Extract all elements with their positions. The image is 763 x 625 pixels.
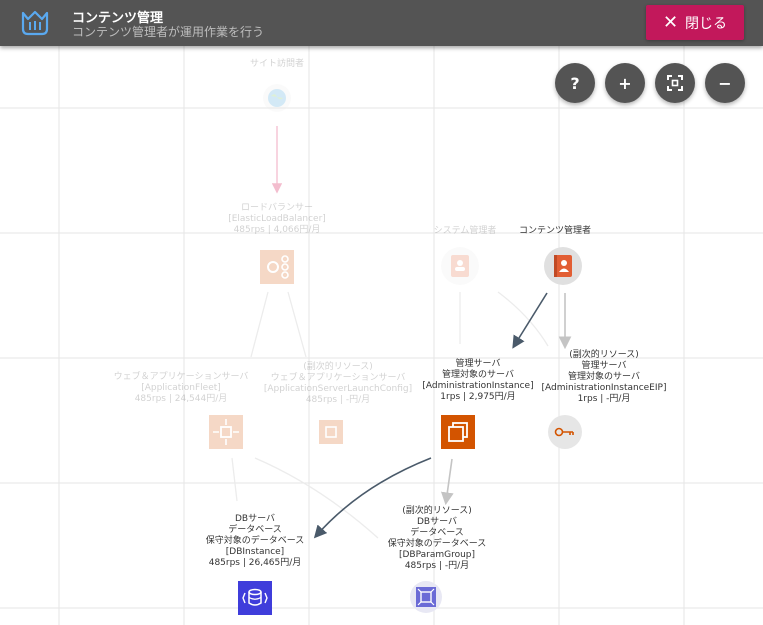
auto-scaling-icon[interactable]	[209, 415, 243, 449]
load-balancer-icon[interactable]	[260, 250, 294, 284]
web-app-server-label: ウェブ＆アプリケーションサーバ [ApplicationFleet] 485rp…	[113, 372, 249, 404]
admin-server-label: 管理サーバ 管理対象のサーバ [AdministrationInstance] …	[422, 359, 534, 402]
close-icon: ✕	[662, 11, 679, 33]
zoom-out-button[interactable]: −	[705, 63, 745, 103]
globe-icon[interactable]	[262, 83, 292, 113]
faded-edges	[231, 126, 549, 539]
admin-person-icon[interactable]	[441, 247, 479, 285]
load-balancer-label: ロードバランサー [ElasticLoadBalancer] 485rps | …	[228, 203, 326, 235]
db-parameter-group-icon[interactable]	[410, 581, 442, 613]
fit-view-button[interactable]	[655, 63, 695, 103]
edge-adminserver-to-dbparam	[440, 458, 454, 506]
launch-config-label: (副次的リソース) ウェブ＆アプリケーションサーバ [ApplicationSe…	[263, 362, 413, 405]
db-server-label: DBサーバ データベース 保守対象のデータベース [DBInstance] 48…	[205, 514, 305, 568]
edge-webapp-to-db	[231, 457, 238, 502]
crown-basket-icon	[21, 10, 49, 36]
diagram-canvas[interactable]: ? + − サイト訪問者 ロードバランサー [ElasticLoadBalanc…	[0, 46, 763, 625]
edge-contentadmin-to-adminserver	[512, 292, 548, 349]
help-button[interactable]: ?	[555, 63, 595, 103]
content-admin-label: コンテンツ管理者	[518, 226, 592, 236]
elastic-ip-icon[interactable]	[548, 415, 582, 449]
edge-lb-to-launchconfig	[287, 291, 307, 358]
site-visitor-label: サイト訪問者	[249, 59, 305, 69]
focus-frame-icon	[667, 75, 683, 91]
close-button-label: 閉じる	[685, 15, 728, 32]
admin-person-icon[interactable]	[544, 247, 582, 285]
zoom-in-button[interactable]: +	[605, 63, 645, 103]
edge-sysadmin-to-eip	[497, 291, 549, 347]
diagram-grid	[0, 46, 763, 625]
launch-config-icon[interactable]	[319, 420, 343, 444]
database-icon[interactable]	[238, 581, 272, 615]
system-admin-label: システム管理者	[433, 226, 497, 236]
close-button[interactable]: ✕ 閉じる	[646, 5, 744, 40]
app-header: コンテンツ管理 コンテンツ管理者が運用作業を行う ✕ 閉じる	[0, 0, 763, 46]
edge-lb-to-webapp	[250, 291, 269, 358]
db-param-label: (副次的リソース) DBサーバ データベース 保守対象のデータベース [DBPa…	[387, 506, 487, 571]
admin-eip-label: (副次的リソース) 管理サーバ 管理対象のサーバ [Administration…	[541, 350, 667, 404]
server-instance-icon[interactable]	[441, 415, 475, 449]
page-subtitle: コンテンツ管理者が運用作業を行う	[72, 25, 265, 39]
